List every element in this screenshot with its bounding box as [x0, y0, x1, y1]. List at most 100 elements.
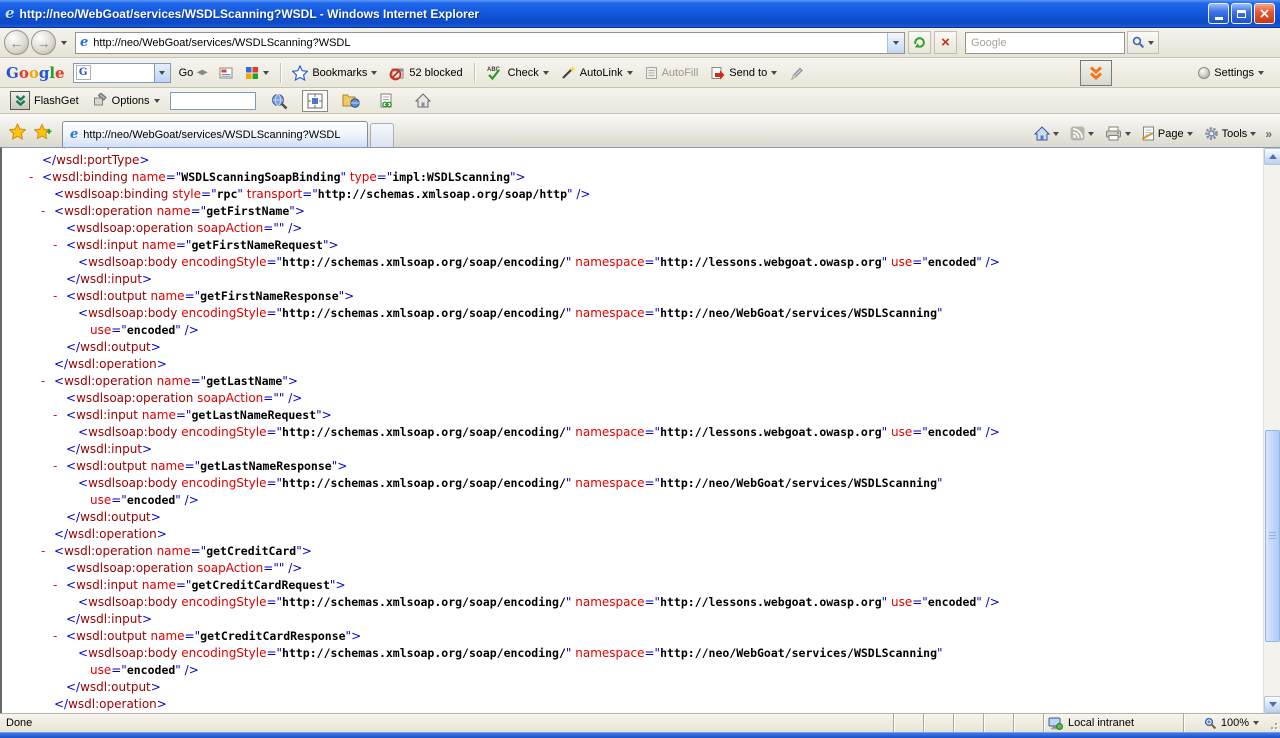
collapse-marker[interactable]: - — [41, 543, 54, 560]
search-options-dropdown-icon[interactable] — [1148, 41, 1154, 45]
xml-line: <wsdlsoap:operation soapAction="" /> — [2, 390, 1263, 407]
page-menu-button[interactable]: Page — [1138, 123, 1197, 144]
flashget-search-input[interactable] — [170, 92, 256, 110]
resize-grip[interactable] — [1265, 714, 1280, 732]
page-dropdown-icon[interactable] — [1187, 132, 1193, 136]
collapse-marker[interactable]: - — [41, 203, 54, 220]
flashget-home-button[interactable] — [410, 90, 436, 112]
check-label: Check — [508, 67, 539, 79]
settings-dropdown-icon[interactable] — [1258, 71, 1264, 75]
collapse-marker[interactable]: - — [53, 407, 66, 424]
refresh-icon — [912, 35, 927, 50]
settings-button[interactable]: Settings — [1194, 65, 1268, 81]
options-dropdown-icon[interactable] — [154, 99, 160, 103]
autofill-label: AutoFill — [662, 67, 699, 79]
collapse-marker[interactable]: - — [53, 458, 66, 475]
check-dropdown-icon[interactable] — [543, 71, 549, 75]
autolink-button[interactable]: AutoLink — [557, 63, 637, 82]
tab-active[interactable]: e http://neo/WebGoat/services/WSDLScanni… — [62, 121, 368, 147]
flashget-dropzone[interactable] — [1080, 60, 1112, 86]
autolink-dropdown-icon[interactable] — [627, 71, 633, 75]
flashget-drop-icon — [1088, 65, 1104, 81]
apps-dropdown-icon[interactable] — [263, 71, 269, 75]
sendto-label: Send to — [729, 67, 767, 79]
xml-line: -<wsdl:operation name="getLastName"> — [2, 373, 1263, 390]
tools-dropdown-icon[interactable] — [1250, 132, 1256, 136]
sendto-dropdown-icon[interactable] — [771, 71, 777, 75]
back-button[interactable]: ← — [4, 30, 29, 55]
collapse-marker[interactable]: - — [53, 288, 66, 305]
toolbar-overflow-chevron[interactable]: » — [1263, 127, 1274, 141]
add-favorite-button[interactable] — [30, 118, 56, 144]
capture-target-icon — [307, 93, 323, 109]
xml-line: -<wsdl:input name="getLastNameRequest"> — [2, 407, 1263, 424]
zoom-level: 100% — [1221, 717, 1249, 729]
collapse-marker[interactable]: - — [53, 628, 66, 645]
flashget-site-explorer-button[interactable] — [338, 90, 364, 112]
highlighter-pen-icon — [789, 66, 803, 80]
xml-line: </wsdl:operation> — [2, 356, 1263, 373]
zoom-dropdown-icon[interactable] — [1253, 721, 1259, 725]
flashget-search-web-button[interactable] — [266, 90, 292, 112]
scroll-up-button[interactable] — [1264, 148, 1280, 165]
collapse-marker[interactable]: - — [53, 577, 66, 594]
search-go-button[interactable] — [1127, 31, 1159, 54]
favorites-button[interactable] — [4, 118, 30, 144]
flashget-toolbar: FlashGet Options — [0, 88, 1280, 114]
search-news-button[interactable] — [215, 65, 237, 81]
combo-dropdown-icon[interactable] — [154, 64, 170, 82]
autolink-wand-icon — [561, 65, 576, 80]
flashget-download-page-button[interactable] — [374, 90, 400, 112]
home-icon — [415, 93, 431, 108]
ie-logo-icon: e — [5, 6, 15, 21]
home-dropdown-icon[interactable] — [1053, 132, 1059, 136]
flashget-button[interactable]: FlashGet — [6, 89, 83, 112]
popup-blocker-button[interactable]: 52 blocked — [385, 63, 466, 83]
xml-line: </wsdl:output> — [2, 679, 1263, 696]
google-search-combo[interactable]: G — [73, 63, 171, 83]
zone-label: Local intranet — [1068, 717, 1134, 729]
xml-document: </wsdl:operation></wsdl:portType>-<wsdl:… — [2, 148, 1263, 713]
flashget-options-button[interactable]: Options — [89, 91, 164, 110]
collapse-marker[interactable]: - — [29, 169, 42, 186]
collapse-marker[interactable]: - — [53, 237, 66, 254]
restore-button[interactable] — [1231, 3, 1252, 24]
bookmarks-star-icon — [292, 65, 308, 81]
spellcheck-button[interactable]: ABC Check — [482, 63, 553, 83]
vertical-scrollbar[interactable] — [1263, 148, 1280, 713]
xml-line: <wsdlsoap:operation soapAction="" /> — [2, 220, 1263, 237]
autofill-button[interactable]: AutoFill — [641, 64, 703, 82]
forward-button[interactable]: → — [31, 30, 56, 55]
address-dropdown-button[interactable] — [887, 33, 904, 53]
search-input[interactable] — [966, 37, 1124, 49]
google-go-button[interactable]: Go ◂▸ — [175, 65, 212, 81]
minimize-button[interactable] — [1208, 3, 1229, 24]
address-input[interactable] — [93, 37, 887, 49]
close-button[interactable]: × — [1254, 3, 1275, 24]
folder-globe-icon — [342, 93, 360, 108]
settings-sphere-icon — [1198, 67, 1210, 79]
print-button[interactable] — [1101, 123, 1135, 144]
scrollbar-thumb[interactable] — [1265, 430, 1280, 642]
history-dropdown-icon[interactable] — [61, 41, 67, 45]
tools-menu-button[interactable]: Tools — [1200, 123, 1261, 144]
flashget-capture-button[interactable] — [302, 90, 328, 112]
xml-line: -<wsdl:output name="getFirstNameResponse… — [2, 288, 1263, 305]
intranet-computer-icon — [1048, 717, 1063, 730]
sendto-button[interactable]: Send to — [706, 64, 781, 82]
print-dropdown-icon[interactable] — [1125, 132, 1131, 136]
collapse-marker[interactable]: - — [41, 373, 54, 390]
highlighter-button[interactable] — [785, 64, 807, 82]
new-tab-button[interactable] — [370, 123, 394, 147]
xml-line: -<wsdl:output name="getLastNameResponse"… — [2, 458, 1263, 475]
search-site-button[interactable] — [241, 64, 273, 82]
zoom-control[interactable]: 100% — [1183, 714, 1265, 732]
scroll-down-button[interactable] — [1264, 696, 1280, 713]
bookmarks-dropdown-icon[interactable] — [371, 71, 377, 75]
bookmarks-button[interactable]: Bookmarks — [288, 63, 381, 83]
feeds-dropdown-icon[interactable] — [1088, 132, 1094, 136]
home-button[interactable] — [1030, 123, 1063, 144]
stop-button[interactable]: × — [934, 31, 957, 54]
refresh-button[interactable] — [908, 31, 931, 54]
feeds-button[interactable] — [1066, 123, 1098, 144]
